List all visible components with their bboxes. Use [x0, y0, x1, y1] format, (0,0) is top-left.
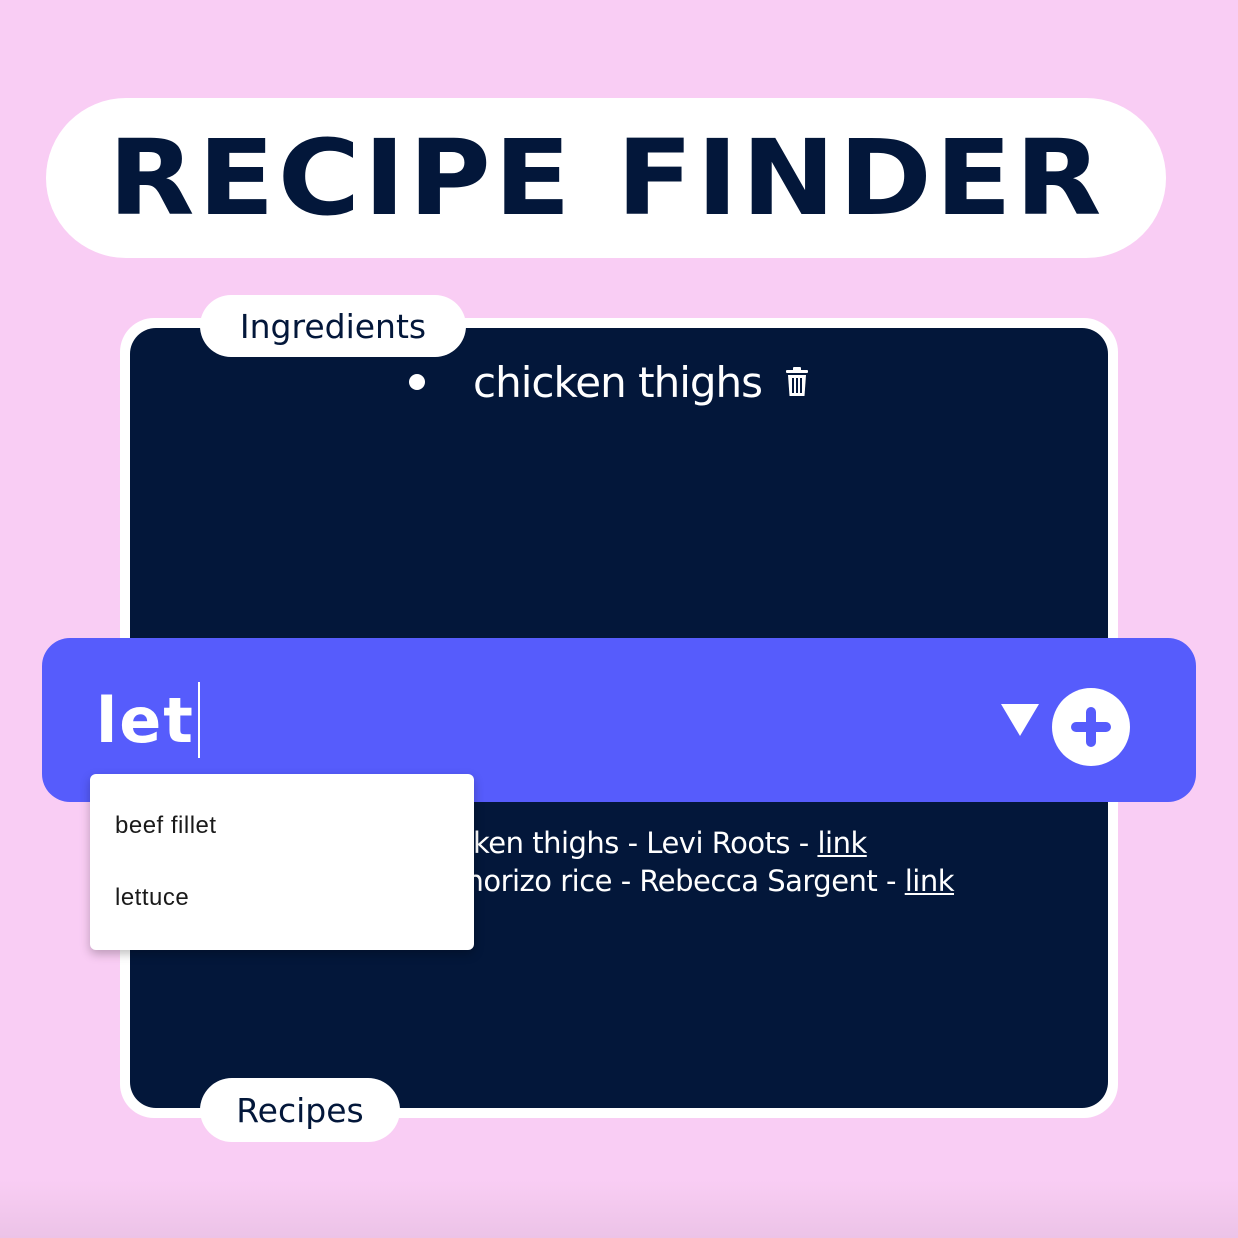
recipe-link[interactable]: link [905, 864, 955, 898]
ingredient-name: chicken thighs [473, 357, 763, 407]
suggestion-option[interactable]: lettuce [115, 884, 189, 912]
title-banner: RECIPE FINDER [46, 98, 1166, 258]
recipes-label: Recipes [200, 1078, 400, 1142]
autocomplete-dropdown: beef fillet lettuce [90, 774, 474, 950]
caret-down-icon[interactable] [1000, 703, 1040, 737]
recipe-item: icken thighs - Levi Roots - link [450, 824, 1100, 862]
suggestion-option[interactable]: beef fillet [115, 812, 217, 840]
ingredient-search-input[interactable]: let [96, 680, 896, 760]
trash-icon[interactable] [784, 366, 810, 398]
add-ingredient-button[interactable] [1052, 688, 1130, 766]
recipe-text: chorizo rice - Rebecca Sargent - [450, 864, 905, 898]
ingredient-list: chicken thighs [405, 350, 810, 414]
page: RECIPE FINDER Ingredients chicken thighs… [0, 0, 1238, 1238]
text-cursor [197, 682, 200, 758]
plus-icon [1071, 707, 1111, 747]
recipe-item: chorizo rice - Rebecca Sargent - link [450, 862, 1100, 900]
recipe-link[interactable]: link [817, 826, 867, 860]
recipe-text: icken thighs - Levi Roots - [450, 826, 818, 860]
ingredients-label: Ingredients [200, 295, 466, 357]
page-title: RECIPE FINDER [107, 117, 1105, 239]
recipes-list: icken thighs - Levi Roots - link chorizo… [450, 824, 1100, 900]
search-input-value: let [96, 683, 195, 757]
ingredient-item: chicken thighs [405, 350, 810, 414]
bullet-icon [409, 374, 425, 390]
